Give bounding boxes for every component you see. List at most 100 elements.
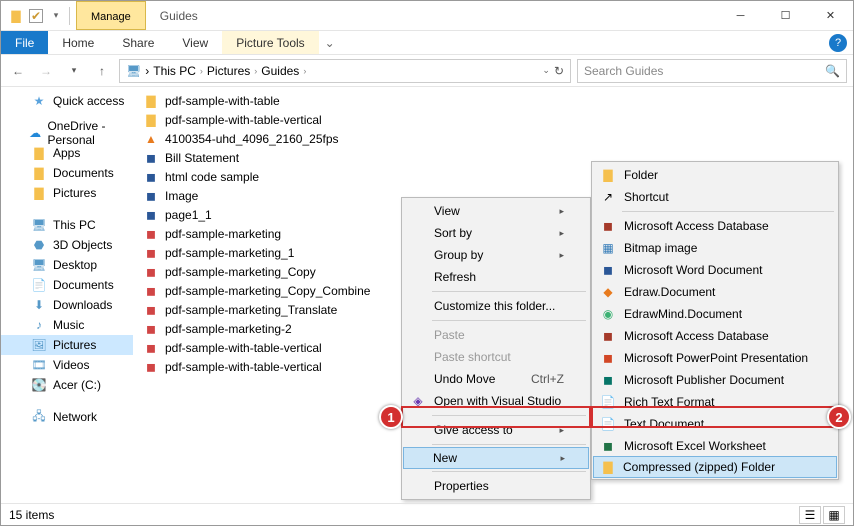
ctx-give-access[interactable]: Give access to▸ <box>404 419 588 441</box>
new-edraw[interactable]: ◆Edraw.Document <box>594 281 836 303</box>
sidebar-desktop[interactable]: 🖥Desktop <box>1 255 133 275</box>
refresh-icon[interactable]: ↻ <box>554 64 564 78</box>
up-button[interactable]: ↑ <box>91 60 113 82</box>
tab-share[interactable]: Share <box>108 31 168 54</box>
new-access[interactable]: ◼Microsoft Access Database <box>594 215 836 237</box>
network-icon: 🖧 <box>31 409 47 425</box>
annotation-marker-1: 1 <box>379 405 403 429</box>
sidebar-3d-objects[interactable]: ⬣3D Objects <box>1 235 133 255</box>
file-item[interactable]: ▇pdf-sample-with-table-vertical <box>133 110 853 129</box>
file-name: pdf-sample-marketing <box>165 227 281 241</box>
dropdown-icon[interactable]: ▾ <box>47 7 65 25</box>
chevron-right-icon[interactable]: › <box>145 64 149 78</box>
pdf-icon: ◼ <box>143 264 159 280</box>
word-icon: ◼ <box>600 262 616 278</box>
new-folder[interactable]: ▇Folder <box>594 164 836 186</box>
help-button[interactable]: ? <box>829 34 847 52</box>
sidebar-onedrive[interactable]: ☁OneDrive - Personal <box>1 123 133 143</box>
file-name: page1_1 <box>165 208 212 222</box>
close-button[interactable]: ✕ <box>808 1 853 30</box>
ctx-group-by[interactable]: Group by▸ <box>404 244 588 266</box>
file-name: html code sample <box>165 170 259 184</box>
checkbox-icon[interactable]: ✔ <box>29 9 43 23</box>
new-excel[interactable]: ◼Microsoft Excel Worksheet <box>594 435 836 457</box>
access-icon: ◼ <box>600 218 616 234</box>
new-publisher[interactable]: ◼Microsoft Publisher Document <box>594 369 836 391</box>
doc-icon: ◼ <box>143 150 159 166</box>
crumb-this-pc[interactable]: This PC› <box>153 64 203 78</box>
ctx-view[interactable]: View▸ <box>404 200 588 222</box>
new-shortcut[interactable]: ↗Shortcut <box>594 186 836 208</box>
search-icon[interactable]: 🔍 <box>825 64 840 78</box>
new-word[interactable]: ◼Microsoft Word Document <box>594 259 836 281</box>
maximize-button[interactable]: ☐ <box>763 1 808 30</box>
new-bitmap[interactable]: ▦Bitmap image <box>594 237 836 259</box>
search-box[interactable]: Search Guides 🔍 <box>577 59 847 83</box>
new-rtf[interactable]: 📄Rich Text Format <box>594 391 836 413</box>
forward-button[interactable]: → <box>35 60 57 82</box>
videos-icon: 🎞 <box>31 357 47 373</box>
window-controls: ─ ☐ ✕ <box>718 1 853 30</box>
minimize-button[interactable]: ─ <box>718 1 763 30</box>
tab-home[interactable]: Home <box>48 31 108 54</box>
sidebar-music[interactable]: ♪Music <box>1 315 133 335</box>
thumbnails-view-button[interactable]: ▦ <box>823 506 845 524</box>
details-view-button[interactable]: ☰ <box>799 506 821 524</box>
title-bar: ▇ ✔ ▾ Manage Guides ─ ☐ ✕ <box>1 1 853 31</box>
sidebar-this-pc[interactable]: 🖥This PC <box>1 215 133 235</box>
annotation-marker-2: 2 <box>827 405 851 429</box>
file-item[interactable]: ▲ 4100354-uhd_4096_2160_25fps <box>133 129 853 148</box>
contextual-tab[interactable]: Manage <box>76 1 146 30</box>
edrawmind-icon: ◉ <box>600 306 616 322</box>
new-edrawmind[interactable]: ◉EdrawMind.Document <box>594 303 836 325</box>
file-name: 4100354-uhd_4096_2160_25fps <box>165 132 339 146</box>
ctx-properties[interactable]: Properties <box>404 475 588 497</box>
status-bar: 15 items ☰ ▦ <box>1 503 853 525</box>
history-dropdown[interactable]: ▾ <box>63 60 85 82</box>
new-text[interactable]: 📄Text Document <box>594 413 836 435</box>
back-button[interactable]: ← <box>7 60 29 82</box>
breadcrumb-box[interactable]: 🖥 › This PC› Pictures› Guides› ⌄ ↻ <box>119 59 571 83</box>
divider <box>69 7 70 25</box>
3d-icon: ⬣ <box>31 237 47 253</box>
crumb-pictures[interactable]: Pictures› <box>207 64 257 78</box>
rtf-icon: 📄 <box>600 394 616 410</box>
new-access-2[interactable]: ◼Microsoft Access Database <box>594 325 836 347</box>
tab-view[interactable]: View <box>168 31 222 54</box>
tab-picture-tools[interactable]: Picture Tools <box>222 31 318 54</box>
vlc-icon: ▲ <box>143 131 159 147</box>
sidebar-onedrive-documents[interactable]: ▇Documents <box>1 163 133 183</box>
sidebar-downloads[interactable]: ⬇Downloads <box>1 295 133 315</box>
dropdown-icon[interactable]: ⌄ <box>542 65 550 76</box>
ctx-sort-by[interactable]: Sort by▸ <box>404 222 588 244</box>
downloads-icon: ⬇ <box>31 297 47 313</box>
sidebar-onedrive-pictures[interactable]: ▇Pictures <box>1 183 133 203</box>
pdf-icon: ◼ <box>143 302 159 318</box>
sidebar-quick-access[interactable]: ★Quick access <box>1 91 133 111</box>
ctx-new[interactable]: New▸ <box>403 447 589 469</box>
ctx-open-visual-studio[interactable]: ◈Open with Visual Studio <box>404 390 588 412</box>
ctx-undo[interactable]: Undo MoveCtrl+Z <box>404 368 588 390</box>
desktop-icon: 🖥 <box>31 257 47 273</box>
expand-ribbon-icon[interactable]: ⌄ <box>319 36 341 50</box>
file-name: Bill Statement <box>165 151 239 165</box>
file-name: pdf-sample-with-table-vertical <box>165 341 322 355</box>
new-zip[interactable]: ▇Compressed (zipped) Folder <box>593 456 837 478</box>
drive-icon: 💽 <box>31 377 47 393</box>
ctx-refresh[interactable]: Refresh <box>404 266 588 288</box>
sidebar-network[interactable]: 🖧Network <box>1 407 133 427</box>
doc-icon: ◼ <box>143 188 159 204</box>
file-item[interactable]: ▇pdf-sample-with-table <box>133 91 853 110</box>
crumb-guides[interactable]: Guides› <box>261 64 306 78</box>
publisher-icon: ◼ <box>600 372 616 388</box>
sidebar-drive-c[interactable]: 💽Acer (C:) <box>1 375 133 395</box>
file-name: Image <box>165 189 198 203</box>
bitmap-icon: ▦ <box>600 240 616 256</box>
file-name: pdf-sample-with-table-vertical <box>165 360 322 374</box>
sidebar-videos[interactable]: 🎞Videos <box>1 355 133 375</box>
sidebar-documents[interactable]: 📄Documents <box>1 275 133 295</box>
sidebar-pictures[interactable]: 🖼Pictures <box>1 335 133 355</box>
tab-file[interactable]: File <box>1 31 48 54</box>
new-powerpoint[interactable]: ◼Microsoft PowerPoint Presentation <box>594 347 836 369</box>
ctx-customize[interactable]: Customize this folder... <box>404 295 588 317</box>
